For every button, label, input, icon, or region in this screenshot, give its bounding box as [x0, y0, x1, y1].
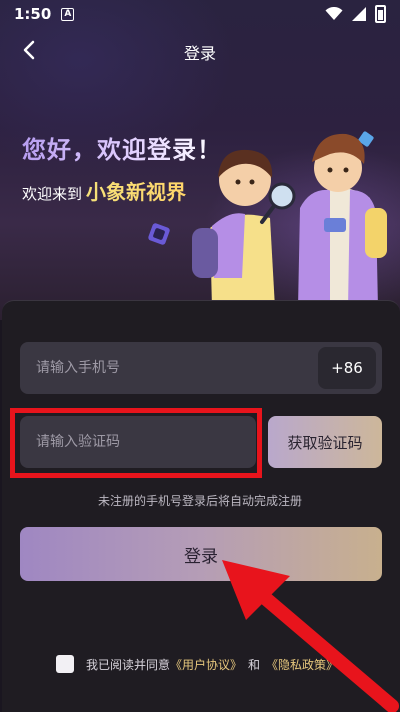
agreement-prefix: 我已阅读并同意	[86, 657, 171, 672]
status-bar: 1:50 A	[0, 0, 400, 28]
privacy-policy-link[interactable]: 《隐私政策》	[266, 656, 338, 673]
verification-code-field	[20, 416, 256, 468]
phone-input[interactable]	[36, 342, 316, 394]
agreement-row: 我已阅读并同意 《用户协议》 和 《隐私政策》	[56, 655, 338, 673]
phone-field: +86	[20, 342, 382, 394]
signal-icon	[352, 7, 366, 21]
battery-icon	[375, 5, 386, 23]
status-icons	[325, 5, 386, 23]
verification-code-input[interactable]	[36, 416, 246, 468]
nav-bar: 登录	[0, 34, 400, 66]
status-time: 1:50	[14, 5, 52, 23]
page-title: 登录	[183, 44, 216, 63]
welcome-line: 欢迎来到 小象新视界	[22, 176, 186, 205]
welcome-prefix: 欢迎来到	[22, 185, 83, 203]
brand-name: 小象新视界	[86, 176, 186, 205]
notification-app-icon: A	[61, 7, 75, 21]
login-button[interactable]: 登录	[20, 527, 382, 581]
wifi-icon	[325, 7, 343, 20]
agreement-and: 和	[248, 657, 261, 672]
register-hint: 未注册的手机号登录后将自动完成注册	[97, 494, 302, 508]
kids-with-magnifier-illustration	[192, 133, 387, 308]
get-code-button[interactable]: 获取验证码	[268, 416, 382, 468]
country-code-selector[interactable]: +86	[318, 347, 376, 389]
user-agreement-link[interactable]: 《用户协议》	[170, 656, 242, 673]
floating-cube-icon	[148, 223, 170, 245]
agreement-checkbox[interactable]	[56, 655, 74, 673]
